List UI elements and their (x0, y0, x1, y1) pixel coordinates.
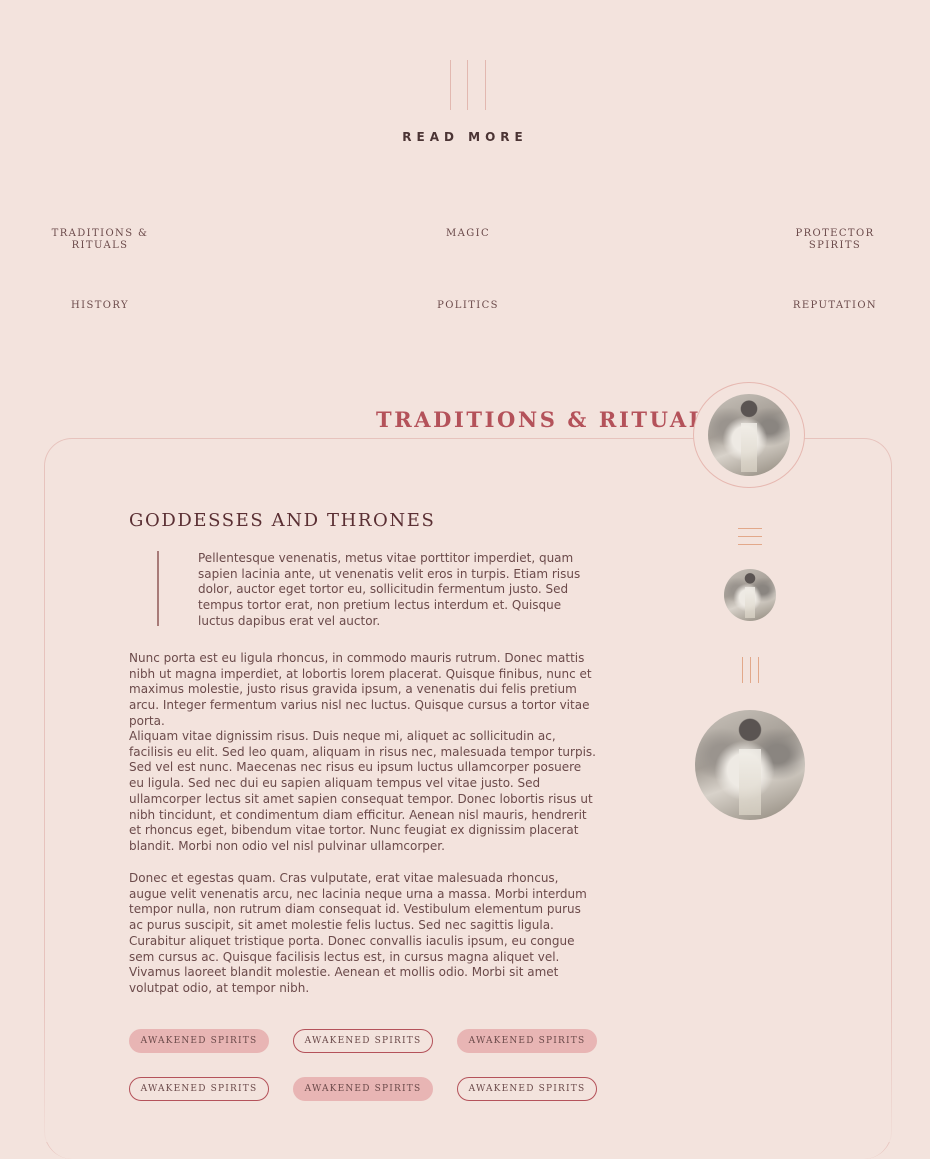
goddess-portrait-small (724, 569, 776, 621)
nav-item-protector-spirits[interactable]: PROTECTOR SPIRITS (790, 228, 880, 252)
tag-awakened-spirits[interactable]: AWAKENED SPIRITS (457, 1029, 597, 1053)
section-title: TRADITIONS & RITUALS (376, 407, 724, 432)
article-paragraph-1: Nunc porta est eu ligula rhoncus, in com… (129, 651, 592, 728)
nav-item-traditions-rituals[interactable]: TRADITIONS & RITUALS (50, 228, 150, 252)
decor-line-center (467, 60, 468, 110)
article-quote: Pellentesque venenatis, metus vitae port… (198, 551, 581, 628)
goddess-portrait-avatar (708, 394, 790, 476)
tag-awakened-spirits[interactable]: AWAKENED SPIRITS (293, 1077, 433, 1101)
tag-awakened-spirits[interactable]: AWAKENED SPIRITS (129, 1029, 269, 1053)
card-fade (44, 1000, 892, 1142)
nav-item-politics[interactable]: POLITICS (418, 300, 518, 312)
nav-item-history[interactable]: HISTORY (50, 300, 150, 312)
decor-horizontal-lines (738, 528, 762, 552)
article-paragraph-3: Donec et egestas quam. Cras vulputate, e… (129, 871, 587, 995)
quote-bar (157, 551, 159, 626)
goddess-portrait-large (695, 710, 805, 820)
nav-item-magic[interactable]: MAGIC (418, 228, 518, 240)
section-avatar-ring (693, 382, 805, 488)
read-more-link[interactable]: READ MORE (0, 130, 930, 144)
nav-item-reputation[interactable]: REPUTATION (785, 300, 885, 312)
tag-awakened-spirits[interactable]: AWAKENED SPIRITS (129, 1077, 269, 1101)
decor-line-left (450, 60, 451, 110)
article-heading: GODDESSES AND THRONES (129, 510, 436, 531)
tag-awakened-spirits[interactable]: AWAKENED SPIRITS (293, 1029, 433, 1053)
decor-line-right (485, 60, 486, 110)
tag-awakened-spirits[interactable]: AWAKENED SPIRITS (457, 1077, 597, 1101)
article-paragraph-2: Aliquam vitae dignissim risus. Duis nequ… (129, 729, 596, 853)
